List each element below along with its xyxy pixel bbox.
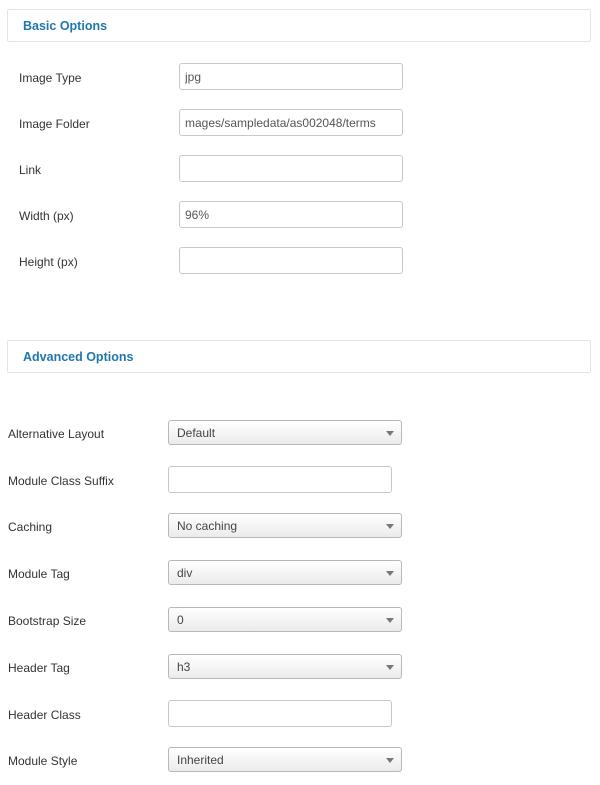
bootstrap-size-select[interactable]: 0 bbox=[168, 607, 402, 632]
chevron-down-icon bbox=[386, 571, 394, 576]
image-folder-label: Image Folder bbox=[19, 117, 90, 131]
caching-select[interactable]: No caching bbox=[168, 513, 402, 538]
basic-options-title: Basic Options bbox=[23, 19, 108, 33]
basic-options-header[interactable]: Basic Options bbox=[7, 9, 591, 42]
alt-layout-label: Alternative Layout bbox=[8, 427, 105, 441]
chevron-down-icon bbox=[386, 665, 394, 670]
header-class-label: Header Class bbox=[8, 708, 81, 722]
image-type-label: Image Type bbox=[19, 71, 82, 85]
module-tag-label: Module Tag bbox=[8, 567, 70, 581]
header-class-input[interactable] bbox=[168, 700, 392, 727]
header-tag-label: Header Tag bbox=[8, 661, 70, 675]
header-tag-select[interactable]: h3 bbox=[168, 654, 402, 679]
module-tag-select[interactable]: div bbox=[168, 560, 402, 585]
module-style-label: Module Style bbox=[8, 754, 78, 768]
header-tag-value: h3 bbox=[177, 660, 191, 674]
alt-layout-select[interactable]: Default bbox=[168, 420, 402, 445]
bootstrap-size-label: Bootstrap Size bbox=[8, 614, 87, 628]
advanced-options-header[interactable]: Advanced Options bbox=[7, 340, 591, 373]
chevron-down-icon bbox=[386, 431, 394, 436]
module-class-suffix-input[interactable] bbox=[168, 466, 392, 493]
image-type-input[interactable] bbox=[179, 63, 403, 90]
module-style-value: Inherited bbox=[177, 753, 224, 767]
alt-layout-value: Default bbox=[177, 426, 216, 440]
module-tag-value: div bbox=[177, 566, 193, 580]
link-label: Link bbox=[19, 163, 42, 177]
link-input[interactable] bbox=[179, 155, 403, 182]
image-folder-input[interactable] bbox=[179, 109, 403, 136]
height-input[interactable] bbox=[179, 247, 403, 274]
advanced-options-title: Advanced Options bbox=[23, 350, 134, 364]
chevron-down-icon bbox=[386, 758, 394, 763]
caching-value: No caching bbox=[177, 519, 238, 533]
chevron-down-icon bbox=[386, 524, 394, 529]
module-style-select[interactable]: Inherited bbox=[168, 747, 402, 772]
height-label: Height (px) bbox=[19, 255, 78, 269]
width-label: Width (px) bbox=[19, 209, 74, 223]
caching-label: Caching bbox=[8, 520, 53, 534]
module-class-suffix-label: Module Class Suffix bbox=[8, 474, 114, 488]
width-input[interactable] bbox=[179, 201, 403, 228]
bootstrap-size-value: 0 bbox=[177, 613, 184, 627]
chevron-down-icon bbox=[386, 618, 394, 623]
